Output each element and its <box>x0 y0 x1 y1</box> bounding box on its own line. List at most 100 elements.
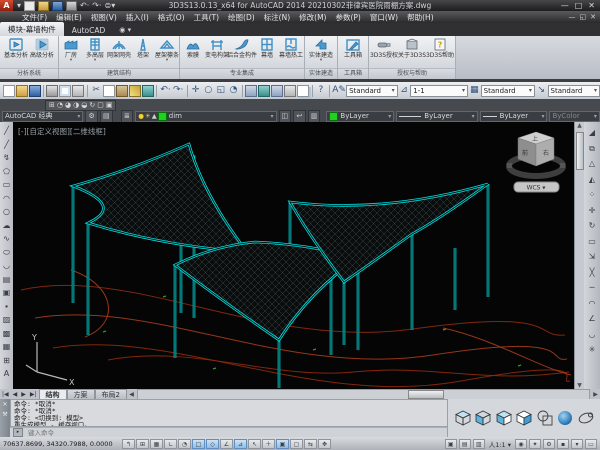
spline-tool-icon[interactable]: ∿ <box>3 232 10 246</box>
btn-roof-purlin[interactable]: 屋架檩条▾ <box>156 37 178 63</box>
hscroll-left-arrow[interactable]: ◀ <box>127 391 136 398</box>
otrack-toggle[interactable]: ∠ <box>220 439 233 449</box>
redo-icon[interactable]: ↷· <box>92 2 101 10</box>
btn-3d3s-license[interactable]: 3D3S授权 <box>371 37 397 59</box>
cut-icon[interactable]: ✂ <box>90 84 102 97</box>
workspace-switch-icon[interactable]: ⚙ <box>543 439 555 449</box>
layer-freeze-icon[interactable]: ☀ <box>145 112 151 120</box>
layer-states-icon[interactable]: ▥ <box>308 110 321 123</box>
menu-parameters[interactable]: 参数(P) <box>335 12 360 23</box>
chamfer-tool-icon[interactable]: ∠ <box>588 311 595 327</box>
workspace-settings-icon[interactable]: ⚙ <box>85 110 98 123</box>
vscroll-thumb[interactable] <box>576 132 584 170</box>
extend-tool-icon[interactable]: ─ <box>590 280 595 296</box>
revcloud-tool-icon[interactable]: ☁ <box>3 219 11 233</box>
osnap-3d-toggle[interactable]: ◇ <box>206 439 219 449</box>
new-icon[interactable] <box>24 1 35 11</box>
visualstyle-wireframe-icon[interactable] <box>473 408 493 428</box>
mleader-style-icon[interactable]: ↘ <box>535 84 547 97</box>
save-icon[interactable] <box>52 1 63 11</box>
insert-block-icon[interactable]: ▤ <box>3 273 11 287</box>
rectangle-tool-icon[interactable]: ▭ <box>3 178 11 192</box>
stretch-tool-icon[interactable]: ⇲ <box>589 249 596 265</box>
btn-membrane[interactable]: 索膜 <box>182 37 204 59</box>
copy-tool-icon[interactable]: ⧉ <box>589 141 595 157</box>
menu-edit[interactable]: 编辑(E) <box>56 12 82 23</box>
btn-about-3d3s[interactable]: 关于3D3S <box>399 37 425 59</box>
command-history[interactable]: 命令: *取消* 命令: *取消* 命令: <切换到: 模型> 重生成模型 - … <box>10 399 447 427</box>
ducs-toggle[interactable]: ⊿ <box>234 439 247 449</box>
viewcube-top-label[interactable]: 上 <box>532 135 538 143</box>
mtext-tool-icon[interactable]: A <box>4 367 9 381</box>
break-tool-icon[interactable]: ◠ <box>589 296 596 312</box>
array-tool-icon[interactable]: ⁘ <box>589 187 596 203</box>
make-block-icon[interactable]: ▣ <box>3 286 11 300</box>
dim-style-combo[interactable]: 1-1▾ <box>410 85 468 97</box>
markup-icon[interactable] <box>297 84 309 97</box>
save-drawing-icon[interactable] <box>29 84 41 97</box>
open-icon[interactable] <box>38 1 49 11</box>
toolbar-lock-icon[interactable]: ▪ <box>557 439 569 449</box>
plot-icon[interactable] <box>66 1 77 11</box>
visualstyle-conceptual-icon[interactable] <box>535 408 555 428</box>
tool-palettes-icon[interactable] <box>271 84 283 97</box>
hscroll-right-arrow[interactable]: ▶ <box>591 391 600 398</box>
hatch-tool-icon[interactable]: ▨ <box>3 313 11 327</box>
btn-curtainwall-thermal[interactable]: 幕墙热工 <box>280 37 302 59</box>
point-tool-icon[interactable]: ∙ <box>4 300 9 314</box>
table-style-icon[interactable]: ▦ <box>469 84 481 97</box>
menu-insert[interactable]: 插入(I) <box>126 12 149 23</box>
text-style-combo[interactable]: Standard▾ <box>346 85 398 97</box>
menu-file[interactable]: 文件(F) <box>22 12 47 23</box>
tab-layout2[interactable]: 布局2 <box>95 389 127 400</box>
menu-draw[interactable]: 绘图(D) <box>228 12 255 23</box>
model-space-button[interactable]: ▣ <box>445 439 457 449</box>
pan-icon[interactable]: ✛ <box>190 84 202 97</box>
btn-3d3s-help[interactable]: ? 3D3S帮助 <box>427 37 453 59</box>
close-button[interactable]: ✕ <box>588 0 595 11</box>
tab-module[interactable]: 模块-幕墙构件 <box>0 22 64 36</box>
lwt-toggle[interactable]: ＋ <box>262 439 275 449</box>
doc-close-button[interactable]: ✕ <box>590 13 596 21</box>
table-style-combo[interactable]: Standard▾ <box>481 85 535 97</box>
visualstyle-realistic-icon[interactable] <box>555 408 575 428</box>
tab-nav-first-icon[interactable]: |◀ <box>0 391 11 398</box>
mirror-tool-icon[interactable]: △ <box>589 156 595 172</box>
status-menu-icon[interactable]: ▾ <box>571 439 583 449</box>
command-window-grip[interactable]: ✕ ⚒ <box>0 399 10 437</box>
lineweight-combo[interactable]: ByLayer▾ <box>480 111 548 122</box>
free-orbit-icon[interactable] <box>576 408 596 428</box>
btn-spaceframe[interactable]: 网架网壳 <box>108 37 130 59</box>
layer-lock-icon[interactable]: ▲ <box>152 112 157 120</box>
transparency-toggle[interactable]: ▣ <box>276 439 289 449</box>
publish-icon[interactable] <box>72 84 84 97</box>
viewcube-front-label[interactable]: 前 <box>522 149 528 157</box>
menu-tools[interactable]: 工具(T) <box>194 12 219 23</box>
layer-on-icon[interactable]: ● <box>138 112 144 120</box>
viewcube-wcs-label[interactable]: WCS ▾ <box>527 185 546 192</box>
autoscale-icon[interactable]: ✦ <box>529 439 541 449</box>
ucs-view-icon[interactable]: ◑ <box>73 101 79 110</box>
undo-toolbar-icon[interactable]: ↶· <box>160 84 172 97</box>
workspace-save-icon[interactable]: ▤ <box>100 110 113 123</box>
fillet-tool-icon[interactable]: ◡ <box>589 327 596 343</box>
polygon-tool-icon[interactable]: ⬠ <box>3 165 10 179</box>
line-tool-icon[interactable]: ╱ <box>4 124 9 138</box>
ribbon-minimize-icon[interactable]: ◉ ▾ <box>119 26 131 36</box>
quick-properties-toggle[interactable]: ▢ <box>290 439 303 449</box>
redo-toolbar-icon[interactable]: ↷· <box>172 84 184 97</box>
viewcube[interactable]: 上 前 右 WCS ▾ <box>507 132 565 192</box>
menu-window[interactable]: 窗口(W) <box>370 12 398 23</box>
menu-help[interactable]: 帮助(H) <box>407 12 434 23</box>
visualstyle-2dwireframe-icon[interactable] <box>453 408 473 428</box>
layer-properties-icon[interactable]: ≣ <box>121 110 134 123</box>
sheetset-manager-icon[interactable] <box>284 84 296 97</box>
btn-basic-analysis[interactable]: 基本分析 <box>4 37 28 59</box>
ortho-toggle[interactable]: ∟ <box>164 439 177 449</box>
viewport-controls-label[interactable]: [-][自定义视图][二维线框] <box>18 126 106 137</box>
annotation-monitor-toggle[interactable]: ✥ <box>318 439 331 449</box>
btn-aluminium[interactable]: 铝合金构件 <box>230 37 254 59</box>
btn-factory[interactable]: 厂房▾ <box>60 37 82 63</box>
plot-icon[interactable] <box>46 84 58 97</box>
btn-solid-build[interactable]: 实体建造▾ <box>309 37 333 63</box>
